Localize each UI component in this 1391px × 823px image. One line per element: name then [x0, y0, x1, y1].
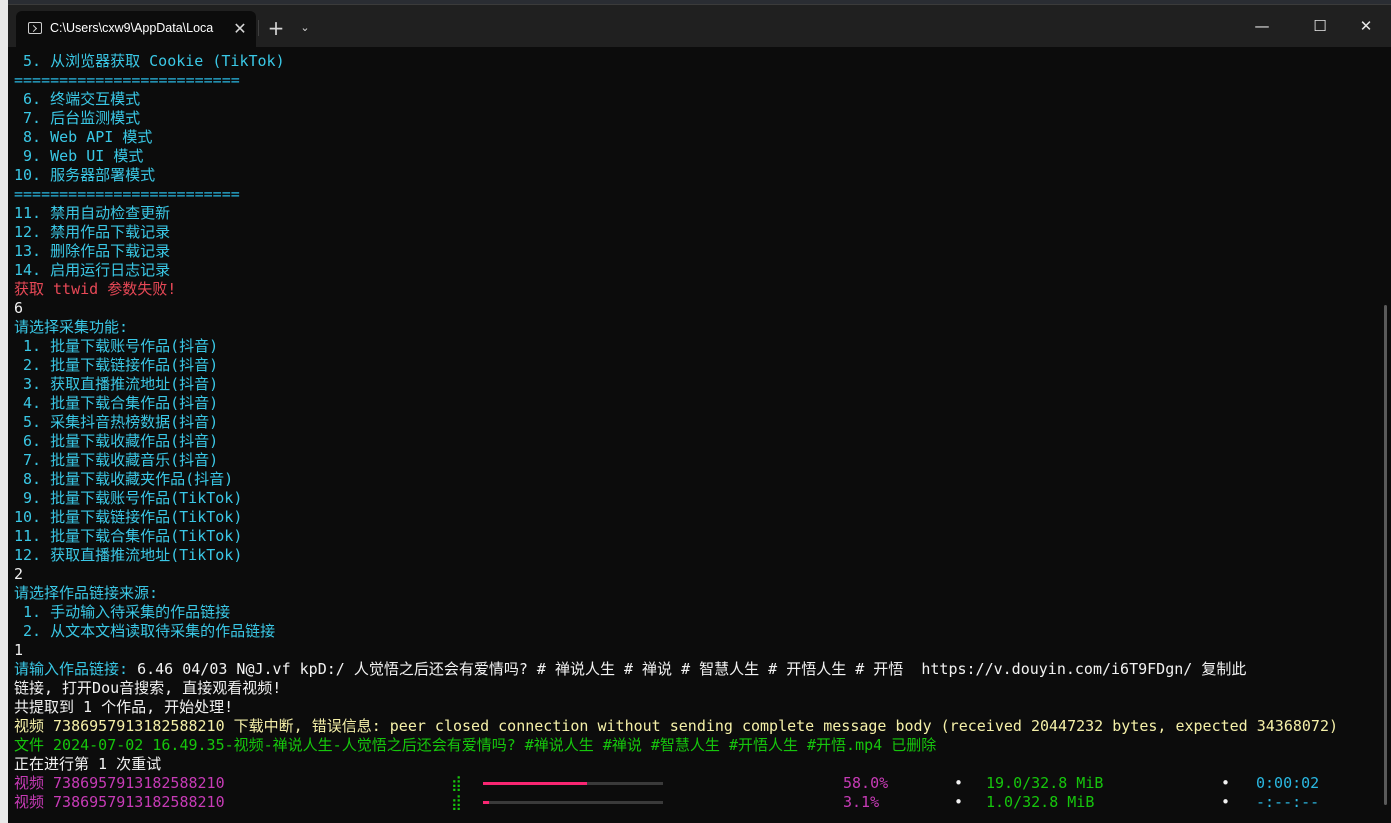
progress-row: 视频 7386957913182588210 ⣾ 58.0% • 19.0/32…: [14, 774, 1374, 793]
chevron-down-icon[interactable]: ⌄: [296, 18, 314, 38]
prompt-link: 请输入作品链接:: [14, 660, 129, 678]
menu-line: 6. 终端交互模式: [14, 90, 141, 108]
minimize-button[interactable]: —: [1239, 11, 1285, 41]
terminal-tab[interactable]: C:\Users\cxw9\AppData\Loca ✕: [16, 11, 256, 47]
link-prompt-line: 请输入作品链接: 6.46 04/03 N@J.vf kpD:/ 人觉悟之后还会…: [14, 660, 1374, 679]
feature-option: 10. 批量下载链接作品(TikTok): [14, 508, 243, 526]
progress-percent: 58.0%: [843, 774, 889, 792]
feature-option: 5. 采集抖音热榜数据(抖音): [14, 413, 219, 431]
close-window-button[interactable]: ✕: [1343, 11, 1389, 41]
source-option: 1. 手动输入待采集的作品链接: [14, 603, 231, 621]
menu-line: 10. 服务器部署模式: [14, 166, 156, 184]
progress-label: 视频 7386957913182588210: [14, 774, 225, 792]
bullet: •: [954, 793, 964, 811]
terminal-icon: [28, 22, 42, 34]
menu-line: 5. 从浏览器获取 Cookie (TikTok): [14, 52, 285, 70]
spinner-icon: ⣾: [451, 793, 462, 811]
progress-time: -:--:--: [1256, 793, 1320, 811]
feature-option: 1. 批量下载账号作品(抖音): [14, 337, 219, 355]
feature-option: 12. 获取直播推流地址(TikTok): [14, 546, 243, 564]
feature-option: 8. 批量下载收藏夹作品(抖音): [14, 470, 234, 488]
feature-option: 4. 批量下载合集作品(抖音): [14, 394, 219, 412]
source-option: 2. 从文本文档读取待采集的作品链接: [14, 622, 276, 640]
menu-line: 8. Web API 模式: [14, 128, 153, 146]
progress-fill: [483, 801, 489, 804]
menu-line: 14. 启用运行日志记录: [14, 261, 171, 279]
progress-row: 视频 7386957913182588210 ⣾ 3.1% • 1.0/32.8…: [14, 793, 1374, 812]
terminal-output[interactable]: 5. 从浏览器获取 Cookie (TikTok) ==============…: [14, 52, 1374, 820]
menu-line: 13. 删除作品下载记录: [14, 242, 171, 260]
feature-option: 9. 批量下载账号作品(TikTok): [14, 489, 243, 507]
menu-line: 9. Web UI 模式: [14, 147, 144, 165]
new-tab-button[interactable]: +: [266, 18, 286, 38]
prompt-feature: 请选择采集功能:: [14, 318, 129, 336]
progress-fill: [483, 782, 587, 785]
maximize-button[interactable]: ☐: [1297, 11, 1343, 41]
file-deleted: 文件 2024-07-02 16.49.35-视频-禅说人生-人觉悟之后还会有爱…: [14, 736, 937, 754]
progress-label: 视频 7386957913182588210: [14, 793, 225, 811]
feature-option: 6. 批量下载收藏作品(抖音): [14, 432, 219, 450]
close-tab-icon[interactable]: ✕: [228, 17, 252, 41]
user-input: 6: [14, 299, 24, 317]
link-value: 6.46 04/03 N@J.vf kpD:/ 人觉悟之后还会有爱情吗? # 禅…: [128, 660, 1247, 678]
extract-status: 共提取到 1 个作品, 开始处理!: [14, 698, 234, 716]
menu-line: 12. 禁用作品下载记录: [14, 223, 171, 241]
progress-size: 1.0/32.8 MiB: [986, 793, 1095, 811]
bullet: •: [954, 774, 964, 792]
bullet: •: [1221, 774, 1231, 792]
tab-separator: [258, 20, 259, 36]
bullet: •: [1221, 793, 1231, 811]
user-input: 2: [14, 565, 24, 583]
spinner-icon: ⣾: [451, 774, 462, 792]
menu-line: 7. 后台监测模式: [14, 109, 141, 127]
feature-option: 3. 获取直播推流地址(抖音): [14, 375, 219, 393]
error-message: 获取 ttwid 参数失败!: [14, 280, 177, 298]
feature-option: 11. 批量下载合集作品(TikTok): [14, 527, 243, 545]
progress-time: 0:00:02: [1256, 774, 1320, 792]
download-error: 视频 7386957913182588210 下载中断, 错误信息: peer …: [14, 717, 1339, 735]
retry-status: 正在进行第 1 次重试: [14, 755, 162, 773]
user-input: 1: [14, 641, 24, 659]
background-window-edge: [0, 0, 8, 823]
prompt-source: 请选择作品链接来源:: [14, 584, 159, 602]
progress-size: 19.0/32.8 MiB: [986, 774, 1104, 792]
progress-percent: 3.1%: [843, 793, 880, 811]
title-bar[interactable]: C:\Users\cxw9\AppData\Loca ✕ + ⌄ — ☐ ✕: [8, 5, 1391, 47]
menu-line: 11. 禁用自动检查更新: [14, 204, 171, 222]
menu-divider: =========================: [14, 71, 240, 89]
feature-option: 7. 批量下载收藏音乐(抖音): [14, 451, 219, 469]
link-value-cont: 链接, 打开Dou音搜索, 直接观看视频!: [14, 679, 282, 697]
scrollbar[interactable]: [1384, 305, 1387, 805]
tab-title: C:\Users\cxw9\AppData\Loca: [50, 21, 214, 35]
terminal-window: C:\Users\cxw9\AppData\Loca ✕ + ⌄ — ☐ ✕ 5…: [8, 4, 1391, 823]
menu-divider: =========================: [14, 185, 240, 203]
feature-option: 2. 批量下载链接作品(抖音): [14, 356, 219, 374]
progress-track: [483, 801, 663, 804]
